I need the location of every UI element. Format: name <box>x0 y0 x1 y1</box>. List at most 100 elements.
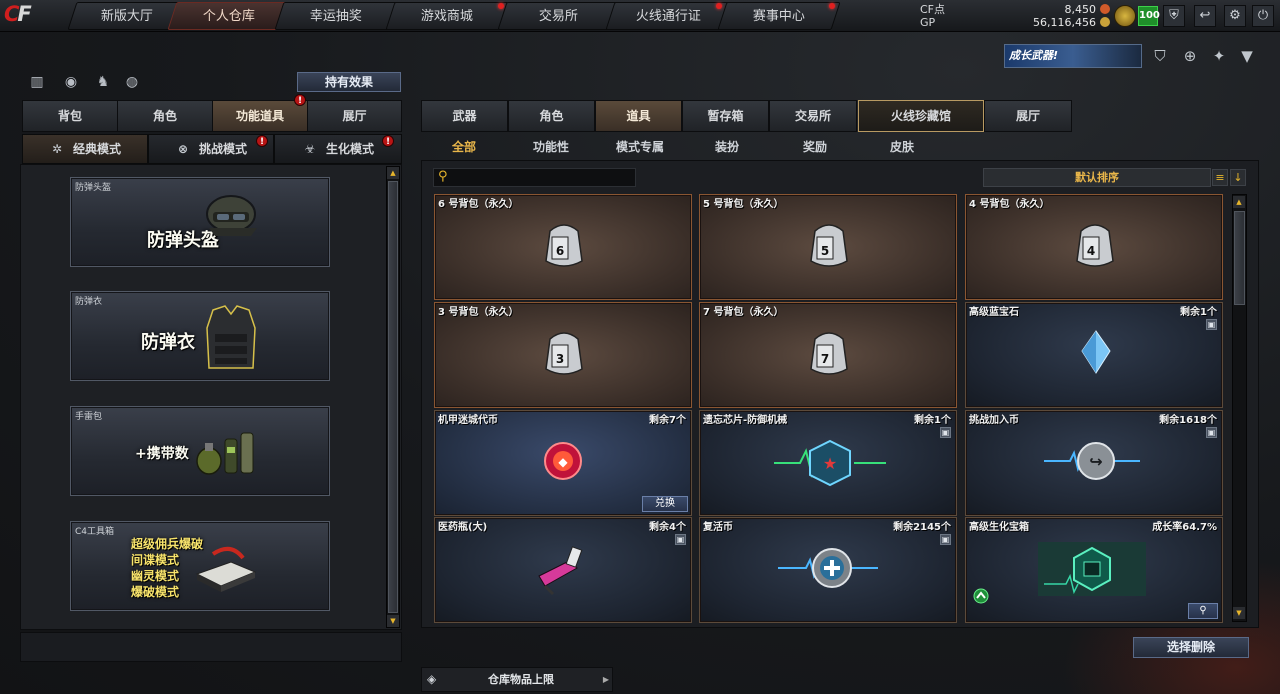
item-card[interactable]: 3 号背包（永久） 3 <box>434 302 692 408</box>
lock-icon[interactable]: ▣ <box>940 427 951 438</box>
select-delete-button[interactable]: 选择删除 <box>1133 637 1249 658</box>
item-card[interactable]: 医药瓶(大) 剩余4个 ▣ <box>434 517 692 623</box>
wrench-icon[interactable]: ✦ <box>1209 46 1229 66</box>
sort-dropdown[interactable]: 默认排序 <box>983 168 1211 187</box>
mode-challenge[interactable]: ⊗ 挑战模式 <box>148 134 274 164</box>
search-input[interactable] <box>433 168 636 187</box>
list-view-icon[interactable]: ≡ <box>1212 169 1228 186</box>
item-card[interactable]: 5 号背包（永久） 5 <box>699 194 957 300</box>
growth-icon <box>973 588 989 604</box>
sort-direction-icon[interactable]: ↓ <box>1230 169 1246 186</box>
return-icon[interactable]: ↩ <box>1194 5 1216 27</box>
item-count: 剩余1个 <box>914 415 951 426</box>
subtab-reward[interactable]: 奖励 <box>803 138 827 155</box>
shop-alert-dot <box>498 3 504 9</box>
left-scroll-up-icon[interactable]: ▲ <box>387 167 399 179</box>
cf-points-value: 8,450 <box>1064 3 1097 16</box>
grenade-pack-card[interactable]: 手雷包 +携带数 <box>70 406 330 496</box>
tab-character[interactable]: 角色 <box>117 100 213 132</box>
tab-collection-hall[interactable]: 火线珍藏馆 <box>858 100 984 132</box>
item-count: 成长率64.7% <box>1152 522 1217 533</box>
item-card[interactable]: 复活币 剩余2145个 ▣ <box>699 517 957 623</box>
search-icon: ⚲ <box>438 169 448 184</box>
lock-icon[interactable]: ▣ <box>940 534 951 545</box>
backpack-icon: 6 <box>545 224 583 267</box>
eye-icon[interactable]: ◉ <box>61 72 81 92</box>
growth-weapon-banner[interactable]: 成长武器! <box>1004 44 1142 68</box>
nav-tab-shop[interactable]: 游戏商城 <box>385 2 509 30</box>
exchange-button[interactable]: 兑换 <box>642 496 688 512</box>
wings-icon[interactable]: ▼ <box>1237 46 1257 66</box>
lock-icon[interactable]: ▣ <box>1206 427 1217 438</box>
item-card[interactable]: 机甲迷城代币 剩余7个 ◆ 兑换 <box>434 410 692 516</box>
subtab-mode-exclusive[interactable]: 模式专属 <box>616 138 664 155</box>
item-card[interactable]: 遗忘芯片-防御机械 剩余1个 ▣ ★ <box>699 410 957 516</box>
left-category-tabs: 背包 角色 功能道具 展厅 <box>22 100 402 132</box>
vest-caption: 防弹衣 <box>75 297 103 307</box>
left-scroll-down-icon[interactable]: ▼ <box>387 615 399 627</box>
backpack-icon: 7 <box>810 332 848 375</box>
cf-logo[interactable]: CF <box>4 2 58 30</box>
nav-tab-lottery[interactable]: 幸运抽奖 <box>274 2 398 30</box>
power-icon[interactable]: ⏻ <box>1252 5 1274 27</box>
item-card[interactable]: 高级蓝宝石 剩余1个 ▣ <box>965 302 1223 408</box>
helmet-card[interactable]: 防弹头盔 防弹头盔 <box>70 177 330 267</box>
subtab-functional[interactable]: 功能性 <box>533 138 569 155</box>
svg-text:5: 5 <box>821 244 829 258</box>
nav-tab-warehouse[interactable]: 个人仓库 <box>167 2 291 30</box>
gp-value: 56,116,456 <box>1033 16 1096 29</box>
item-name: 5 号背包（永久） <box>703 199 784 210</box>
vest-card[interactable]: 防弹衣 防弹衣 <box>70 291 330 381</box>
mouse-icon[interactable]: ◍ <box>122 72 142 92</box>
item-card[interactable]: 高级生化宝箱 成长率64.7% ⚲ <box>965 517 1223 623</box>
item-count: 剩余1个 <box>1180 307 1217 318</box>
gear-icon[interactable]: ⚙ <box>1224 5 1246 27</box>
lock-icon[interactable]: ▣ <box>1206 319 1217 330</box>
v-shield-icon[interactable]: ⛉ <box>1150 46 1170 66</box>
shield-icon[interactable]: ⛨ <box>1163 5 1185 27</box>
item-card[interactable]: 6 号背包（永久） 6 <box>434 194 692 300</box>
subtab-skin[interactable]: 皮肤 <box>890 138 914 155</box>
svg-text:7: 7 <box>821 352 829 366</box>
globe-icon[interactable]: ⊕ <box>1180 46 1200 66</box>
subtab-cosmetic[interactable]: 装扮 <box>715 138 739 155</box>
item-card[interactable]: 7 号背包（永久） 7 <box>699 302 957 408</box>
mode-classic[interactable]: ✲ 经典模式 <box>22 134 148 164</box>
item-card[interactable]: 4 号背包（永久） 4 <box>965 194 1223 300</box>
zombie-chest-icon <box>1038 542 1146 596</box>
right-scroll-down-icon[interactable]: ▼ <box>1233 607 1245 619</box>
c4-caption: C4工具箱 <box>75 527 115 537</box>
subtab-all[interactable]: 全部 <box>452 138 476 155</box>
tab-exchange[interactable]: 交易所 <box>769 100 857 132</box>
stats-icon[interactable]: ▥ <box>27 72 47 92</box>
currency-panel: CF点 8,450 GP 56,116,456 <box>916 2 1112 30</box>
left-scroll-thumb[interactable] <box>388 181 398 613</box>
right-scroll-thumb[interactable] <box>1234 211 1245 305</box>
lock-icon[interactable]: ▣ <box>675 534 686 545</box>
right-scroll-up-icon[interactable]: ▲ <box>1233 196 1245 208</box>
gp-coin-icon[interactable] <box>1100 17 1110 27</box>
owned-effects-button[interactable]: 持有效果 <box>297 72 401 92</box>
tab-weapons[interactable]: 武器 <box>421 100 508 132</box>
warehouse-limit-bar[interactable]: ◈ 仓库物品上限 ▶ <box>421 667 613 692</box>
cf-coin-icon[interactable] <box>1100 4 1110 14</box>
nav-tab-pass[interactable]: 火线通行证 <box>605 2 733 30</box>
tab-storage-box[interactable]: 暂存箱 <box>682 100 769 132</box>
tab-backpack[interactable]: 背包 <box>22 100 118 132</box>
tab-showroom-right[interactable]: 展厅 <box>984 100 1072 132</box>
tab-items[interactable]: 道具 <box>595 100 682 132</box>
inspect-button[interactable]: ⚲ <box>1188 603 1218 619</box>
item-name: 6 号背包（永久） <box>438 199 519 210</box>
nav-tab-events[interactable]: 赛事中心 <box>717 2 841 30</box>
events-alert-dot <box>829 3 835 9</box>
item-card[interactable]: 挑战加入币 剩余1618个 ▣ ↪ <box>965 410 1223 516</box>
tab-function-items[interactable]: 功能道具 <box>212 100 308 132</box>
tab-characters[interactable]: 角色 <box>508 100 595 132</box>
nav-tab-exchange[interactable]: 交易所 <box>497 2 621 30</box>
tab-showroom-left[interactable]: 展厅 <box>307 100 402 132</box>
rank-badge-icon[interactable] <box>1114 5 1136 27</box>
right-category-tabs: 武器 角色 道具 暂存箱 交易所 火线珍藏馆 展厅 <box>421 100 1073 132</box>
c4-toolbox-card[interactable]: C4工具箱 超级佣兵爆破 间谍模式 幽灵模式 爆破模式 <box>70 521 330 611</box>
character-icon[interactable]: ♞ <box>93 72 113 92</box>
item-name: 高级蓝宝石 <box>969 307 1019 318</box>
